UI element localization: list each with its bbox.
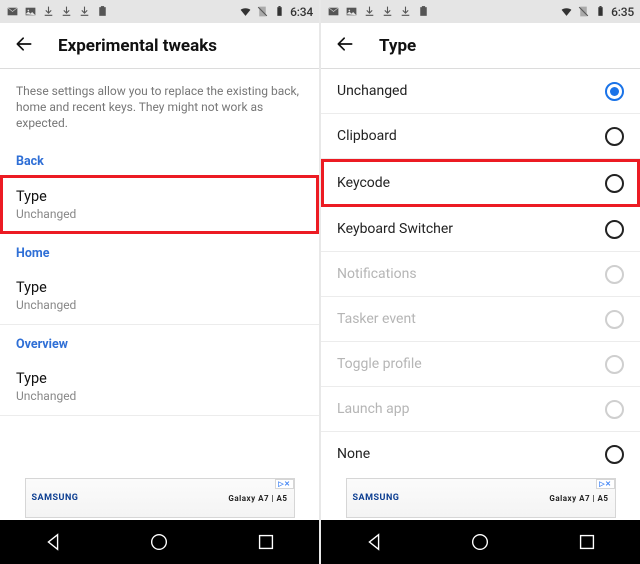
ad-brand: SAMSUNG	[32, 493, 79, 503]
option-label: Tasker event	[337, 311, 416, 327]
ad-product: Galaxy A7 | A5	[228, 494, 287, 503]
option-launch-app: Launch app	[321, 387, 640, 432]
row-title: Type	[16, 370, 303, 387]
ad-container: SAMSUNG Galaxy A7 | A5 ▷✕	[0, 474, 319, 520]
phone-right: 6:35 Type Unchanged Clipboard Keycode Ke…	[321, 0, 640, 564]
wifi-icon	[239, 5, 252, 18]
ad-banner[interactable]: SAMSUNG Galaxy A7 | A5 ▷✕	[25, 478, 295, 518]
status-time: 6:34	[290, 5, 313, 19]
row-subtitle: Unchanged	[16, 207, 303, 221]
row-back-type[interactable]: Type Unchanged	[0, 175, 319, 234]
download-icon	[363, 5, 376, 18]
option-keyboard-switcher[interactable]: Keyboard Switcher	[321, 207, 640, 252]
radio-icon	[605, 82, 624, 101]
row-subtitle: Unchanged	[16, 389, 303, 403]
option-notifications: Notifications	[321, 252, 640, 297]
ad-container: SAMSUNG Galaxy A7 | A5 ▷✕	[321, 474, 640, 520]
nav-back-icon[interactable]	[42, 531, 64, 553]
battery-icon	[273, 5, 286, 18]
no-sim-icon	[256, 5, 269, 18]
nav-home-icon[interactable]	[148, 531, 170, 553]
category-home: Home	[0, 234, 319, 267]
download-icon	[399, 5, 412, 18]
ad-product: Galaxy A7 | A5	[549, 494, 608, 503]
clipboard-icon	[417, 5, 430, 18]
option-keycode[interactable]: Keycode	[321, 159, 640, 207]
option-none[interactable]: None	[321, 432, 640, 474]
row-title: Type	[16, 188, 303, 205]
adchoices-icon[interactable]: ▷✕	[275, 479, 293, 489]
radio-icon	[605, 265, 624, 284]
download-icon	[381, 5, 394, 18]
image-icon	[345, 5, 358, 18]
nav-home-icon[interactable]	[469, 531, 491, 553]
option-tasker-event: Tasker event	[321, 297, 640, 342]
download-icon	[42, 5, 55, 18]
mail-icon	[327, 5, 340, 18]
description-text: These settings allow you to replace the …	[0, 69, 319, 142]
settings-content: These settings allow you to replace the …	[0, 69, 319, 474]
radio-icon	[605, 174, 624, 193]
nav-recent-icon[interactable]	[255, 531, 277, 553]
radio-icon	[605, 445, 624, 464]
option-label: Clipboard	[337, 128, 397, 144]
row-subtitle: Unchanged	[16, 298, 303, 312]
battery-icon	[594, 5, 607, 18]
radio-icon	[605, 355, 624, 374]
option-label: Keycode	[337, 175, 390, 191]
adchoices-icon[interactable]: ▷✕	[596, 479, 614, 489]
download-icon	[78, 5, 91, 18]
mail-icon	[6, 5, 19, 18]
radio-icon	[605, 400, 624, 419]
image-icon	[24, 5, 37, 18]
option-clipboard[interactable]: Clipboard	[321, 114, 640, 159]
app-bar: Experimental tweaks	[0, 23, 319, 69]
app-bar: Type	[321, 23, 640, 69]
wifi-icon	[560, 5, 573, 18]
row-home-type[interactable]: Type Unchanged	[0, 267, 319, 325]
ad-banner[interactable]: SAMSUNG Galaxy A7 | A5 ▷✕	[346, 478, 616, 518]
nav-bar	[0, 520, 319, 564]
category-back: Back	[0, 142, 319, 175]
back-arrow-icon[interactable]	[335, 34, 355, 58]
page-title: Type	[379, 36, 416, 56]
option-label: Notifications	[337, 266, 417, 282]
options-list: Unchanged Clipboard Keycode Keyboard Swi…	[321, 69, 640, 474]
nav-bar	[321, 520, 640, 564]
status-bar: 6:34	[0, 0, 319, 23]
category-overview: Overview	[0, 325, 319, 358]
row-overview-type[interactable]: Type Unchanged	[0, 358, 319, 416]
phone-left: 6:34 Experimental tweaks These settings …	[0, 0, 319, 564]
nav-back-icon[interactable]	[363, 531, 385, 553]
radio-icon	[605, 220, 624, 239]
option-label: Keyboard Switcher	[337, 221, 453, 237]
option-label: None	[337, 446, 370, 462]
clipboard-icon	[96, 5, 109, 18]
option-label: Unchanged	[337, 83, 407, 99]
status-time: 6:35	[611, 5, 634, 19]
back-arrow-icon[interactable]	[14, 34, 34, 58]
radio-icon	[605, 310, 624, 329]
status-bar: 6:35	[321, 0, 640, 23]
option-toggle-profile: Toggle profile	[321, 342, 640, 387]
option-label: Toggle profile	[337, 356, 422, 372]
no-sim-icon	[577, 5, 590, 18]
download-icon	[60, 5, 73, 18]
ad-brand: SAMSUNG	[353, 493, 400, 503]
page-title: Experimental tweaks	[58, 36, 217, 56]
option-label: Launch app	[337, 401, 409, 417]
nav-recent-icon[interactable]	[576, 531, 598, 553]
option-unchanged[interactable]: Unchanged	[321, 69, 640, 114]
radio-icon	[605, 127, 624, 146]
row-title: Type	[16, 279, 303, 296]
